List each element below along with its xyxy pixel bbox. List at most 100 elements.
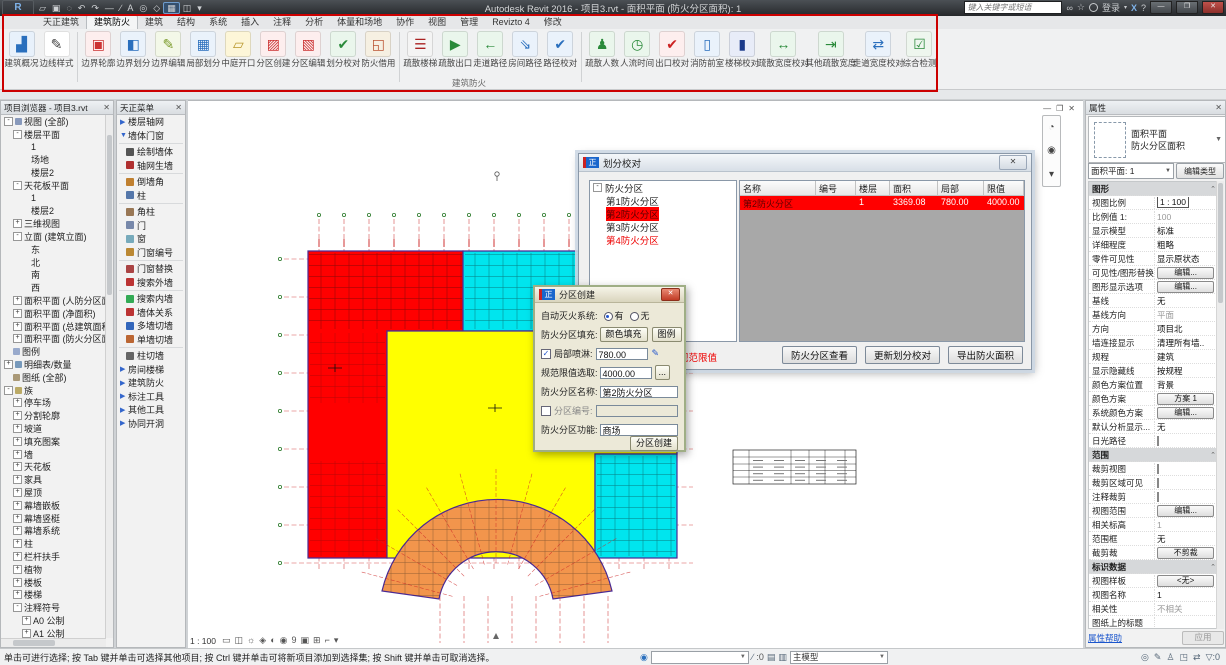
prop-row-10[interactable]: 方向项目北 — [1089, 322, 1219, 336]
prop-value[interactable]: 按规程 — [1155, 365, 1219, 377]
tree-item-21[interactable]: -族 — [1, 384, 106, 397]
prop-value[interactable]: 背景 — [1155, 379, 1219, 391]
prop-row-11[interactable]: 墙连接显示清理所有墙.. — [1089, 336, 1219, 350]
properties-titlebar[interactable]: 属性 ✕ — [1086, 101, 1225, 115]
prop-row-18[interactable]: 日光路径 — [1089, 434, 1219, 448]
collapse-icon[interactable]: - — [4, 117, 13, 126]
prop-value[interactable]: 1 : 100 — [1155, 197, 1219, 208]
design-option-combo[interactable]: 主模型 ▼ — [790, 651, 888, 664]
tarch-item-13[interactable]: 墙体关系 — [117, 306, 185, 320]
design-options-icon2[interactable]: ▥ — [778, 652, 787, 663]
close-icon[interactable]: ✕ — [103, 103, 110, 112]
tree-item-4[interactable]: 楼层2 — [1, 166, 106, 179]
status-icon-4[interactable]: ⇄ — [1193, 652, 1201, 663]
tarch-item-11[interactable]: 搜索外墙 — [117, 276, 185, 290]
collapse-icon[interactable]: - — [4, 386, 13, 395]
tree-item-39[interactable]: +A0 公制 — [1, 614, 106, 627]
tree-item-11[interactable]: 北 — [1, 256, 106, 269]
tarch-item-20[interactable]: ▶其他工具 — [117, 403, 185, 417]
properties-scrollbar[interactable] — [1216, 181, 1224, 629]
prop-checkbox[interactable] — [1157, 478, 1159, 488]
limit-input[interactable]: 4000.00 — [600, 367, 652, 379]
type-selector[interactable]: 面积平面 防火分区面积 ▼ — [1088, 116, 1226, 163]
sprinkler-input[interactable]: 780.00 — [596, 348, 648, 360]
signin-button[interactable]: 登录 — [1102, 1, 1120, 14]
expand-icon[interactable]: + — [13, 411, 22, 420]
tree-item-27[interactable]: +天花板 — [1, 461, 106, 474]
tree-item-38[interactable]: -注释符号 — [1, 601, 106, 614]
ribbon-button-8[interactable]: ▧分区编辑 — [292, 31, 325, 68]
prop-row-12[interactable]: 规程建筑 — [1089, 350, 1219, 364]
editable-only-icon[interactable]: ∕ — [752, 652, 754, 662]
prop-value[interactable]: 项目北 — [1155, 323, 1219, 335]
worksets-combo[interactable]: ▼ — [651, 651, 749, 664]
ribbon-button-16[interactable]: ♟疏散人数 — [586, 31, 619, 68]
prop-value[interactable]: 显示原状态 — [1155, 253, 1219, 265]
prop-edit-button[interactable]: 编辑... — [1157, 267, 1214, 279]
close-icon[interactable]: ✕ — [661, 288, 680, 301]
tarch-item-18[interactable]: ▶建筑防火 — [117, 376, 185, 390]
tree-item-16[interactable]: +面积平面 (总建筑面积 — [1, 320, 106, 333]
tab-4[interactable]: 系统 — [202, 16, 234, 29]
tree-item-3[interactable]: 场地 — [1, 153, 106, 166]
prop-row-9[interactable]: 基线方向平面 — [1089, 308, 1219, 322]
tree-item-1[interactable]: -楼层平面 — [1, 128, 106, 141]
design-options-icon[interactable]: ▤ — [767, 652, 776, 663]
tree-item-12[interactable]: 南 — [1, 269, 106, 282]
prop-row-5[interactable]: 零件可见性显示原状态 — [1089, 252, 1219, 266]
close-icon[interactable]: ✕ — [999, 155, 1027, 170]
collapse-icon[interactable]: - — [593, 183, 602, 192]
tab-2[interactable]: 建筑 — [138, 16, 170, 29]
ribbon-button-0[interactable]: ▟建筑概况 — [5, 31, 38, 68]
column-header-1[interactable]: 编号 — [816, 181, 856, 196]
limit-browse-button[interactable]: ... — [655, 365, 671, 380]
tarch-item-3[interactable]: 轴网生墙 — [117, 159, 185, 173]
undo-icon[interactable]: ↶ — [75, 3, 89, 13]
tree-item-25[interactable]: +填充图案 — [1, 435, 106, 448]
dlg-tree-item-0[interactable]: 第1防火分区 — [590, 194, 736, 207]
tree-item-6[interactable]: 1 — [1, 192, 106, 205]
expand-icon[interactable]: + — [13, 526, 22, 535]
collapse-icon[interactable]: - — [13, 232, 22, 241]
ribbon-button-13[interactable]: ←走道路径 — [474, 31, 507, 68]
collapse-icon[interactable]: - — [13, 130, 22, 139]
tarch-item-16[interactable]: 柱切墙 — [117, 349, 185, 363]
prop-value[interactable]: 平面 — [1155, 309, 1219, 321]
prop-row-25[interactable]: 范围框无 — [1089, 532, 1219, 546]
ribbon-button-12[interactable]: ▶疏散出口 — [439, 31, 472, 68]
expand-icon[interactable]: + — [13, 424, 22, 433]
prop-row-17[interactable]: 默认分析显示...无 — [1089, 420, 1219, 434]
app-menu-button[interactable]: R — [2, 0, 34, 16]
tarch-item-9[interactable]: 门窗编号 — [117, 246, 185, 260]
ribbon-button-2[interactable]: ▣边界轮廓 — [82, 31, 115, 68]
ribbon-button-5[interactable]: ▦局部划分 — [187, 31, 220, 68]
thin-lines-icon[interactable]: ▦ — [163, 2, 180, 14]
expand-icon[interactable]: + — [13, 437, 22, 446]
ribbon-button-10[interactable]: ◱防火借用 — [362, 31, 395, 68]
tab-6[interactable]: 注释 — [266, 16, 298, 29]
prop-row-14[interactable]: 颜色方案位置背景 — [1089, 378, 1219, 392]
prop-edit-button[interactable]: 编辑... — [1157, 281, 1214, 293]
prop-value[interactable]: 不相关 — [1155, 603, 1219, 615]
sprinkler-checkbox[interactable]: ✓ — [541, 349, 551, 359]
expand-icon[interactable]: + — [13, 219, 22, 228]
prop-edit-button[interactable]: 方案 1 — [1157, 393, 1214, 405]
tree-item-13[interactable]: 西 — [1, 281, 106, 294]
prop-value[interactable]: 不剪裁 — [1155, 547, 1219, 559]
chevron-down-icon[interactable]: ▼ — [1215, 136, 1222, 143]
prop-checkbox[interactable] — [1157, 464, 1159, 474]
prop-row-15[interactable]: 颜色方案方案 1 — [1089, 392, 1219, 406]
expand-icon[interactable]: + — [13, 462, 22, 471]
favorites-icon[interactable]: ☆ — [1077, 2, 1085, 13]
prop-input[interactable]: 1 : 100 — [1157, 197, 1189, 208]
prop-value[interactable]: 编辑... — [1155, 267, 1219, 279]
tree-item-10[interactable]: 东 — [1, 243, 106, 256]
column-header-5[interactable]: 限值 — [984, 181, 1024, 196]
tree-item-15[interactable]: +面积平面 (净面积) — [1, 307, 106, 320]
view-minimize-icon[interactable]: — — [1043, 104, 1051, 113]
save-icon[interactable]: ▣ — [49, 3, 64, 13]
prop-value[interactable]: 清理所有墙.. — [1155, 337, 1219, 349]
column-header-4[interactable]: 局部 — [938, 181, 984, 196]
ribbon-button-23[interactable]: ⇄走道宽度校对 — [856, 31, 901, 68]
tree-item-5[interactable]: -天花板平面 — [1, 179, 106, 192]
